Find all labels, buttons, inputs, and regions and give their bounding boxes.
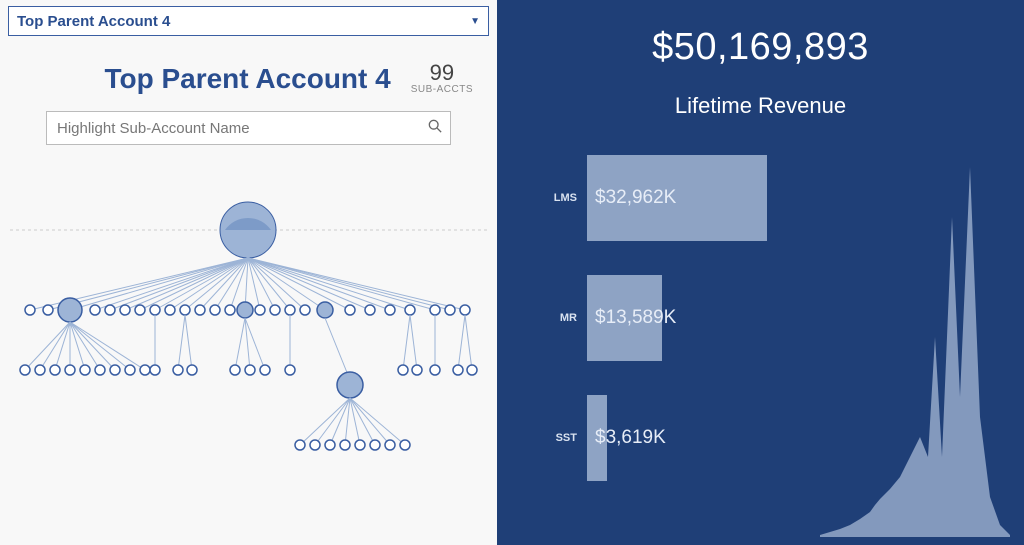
hierarchy-tree[interactable] [10,190,487,537]
total-revenue: $50,169,893 [497,26,1024,69]
bar-box: $13,589K [587,275,662,361]
revenue-bar-chart: LMS $32,962K MR $13,589K SST $3,619K [537,155,767,515]
bar-category-label: MR [537,312,577,324]
bar-category-label: LMS [537,192,577,204]
chevron-down-icon: ▼ [470,16,480,27]
bar-row-lms[interactable]: LMS $32,962K [537,155,767,241]
search-input[interactable] [55,119,428,138]
hierarchy-panel: Top Parent Account 4 ▼ Top Parent Accoun… [0,0,497,545]
bar-value-label: $3,619K [595,427,666,449]
sub-account-count: 99 SUB-ACCTS [411,62,473,95]
tree-svg [10,190,487,530]
revenue-panel: $50,169,893 Lifetime Revenue LMS $32,962… [497,0,1024,545]
bar-row-mr[interactable]: MR $13,589K [537,275,767,361]
search-icon [428,119,442,137]
dropdown-selected-label: Top Parent Account 4 [17,13,170,30]
header-row: Top Parent Account 4 99 SUB-ACCTS [0,62,473,95]
search-box[interactable] [46,111,451,145]
dashboard-root: Top Parent Account 4 ▼ Top Parent Accoun… [0,0,1024,545]
page-title: Top Parent Account 4 [104,63,390,95]
bar-category-label: SST [537,432,577,444]
account-dropdown[interactable]: Top Parent Account 4 ▼ [8,6,489,36]
bar-box: $32,962K [587,155,767,241]
sub-count-label: SUB-ACCTS [411,84,473,95]
bar-box: $3,619K [587,395,607,481]
bar-value-label: $32,962K [595,187,676,209]
bar-row-sst[interactable]: SST $3,619K [537,395,767,481]
revenue-sparkline [820,157,1010,537]
revenue-subtitle: Lifetime Revenue [497,93,1024,119]
sub-count-number: 99 [411,62,473,84]
bar-value-label: $13,589K [595,307,676,329]
